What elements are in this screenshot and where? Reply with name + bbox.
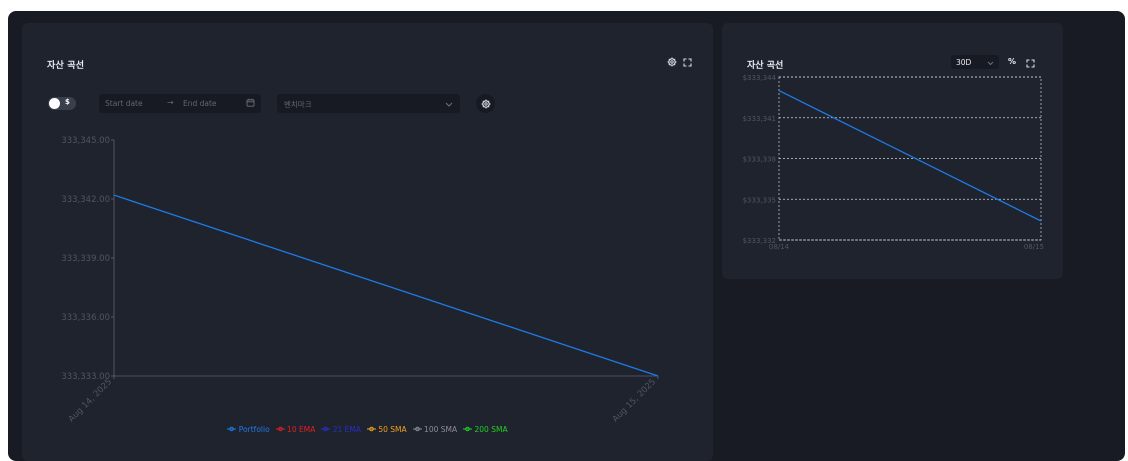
- legend-label: Portfolio: [236, 425, 270, 434]
- x-tick-label: 08/14: [769, 243, 790, 251]
- legend-label: 200 SMA: [472, 425, 508, 434]
- legend-label: 10 EMA: [284, 425, 316, 434]
- y-tick-label: $333,341: [743, 115, 776, 123]
- equity-curve-mini-card: 자산 곡선 30D % $333,344 $333,341 $333,338 $333…: [722, 23, 1063, 279]
- x-tick-label: 08/15: [1024, 243, 1044, 251]
- legend-item[interactable]: 21 EMA: [321, 425, 361, 434]
- plot-frame: [778, 76, 1042, 241]
- y-tick-label: 333,345.00: [61, 136, 110, 146]
- legend-marker: [321, 425, 331, 434]
- y-tick-label: $333,338: [743, 156, 776, 164]
- legend-label: 21 EMA: [330, 425, 361, 434]
- legend-marker: [463, 425, 473, 434]
- y-tick-label: $333,344: [743, 74, 777, 82]
- legend-item[interactable]: Portfolio: [227, 425, 270, 434]
- mini-equity-line-chart: $333,344$333,341$333,338$333,335$333,332…: [743, 74, 1044, 251]
- legend-item[interactable]: 10 EMA: [275, 425, 316, 434]
- series-line-portfolio: [113, 194, 659, 377]
- y-tick-label: $333,335: [743, 196, 776, 204]
- legend-item[interactable]: 200 SMA: [463, 425, 508, 434]
- y-tick-label: 333,339.00: [61, 254, 110, 264]
- legend-label: 100 SMA: [421, 425, 458, 434]
- chart-legend: Portfolio 10 EMA 21 EMA 50 SMA 100 SMA 2…: [22, 425, 713, 434]
- legend-item[interactable]: 100 SMA: [412, 425, 458, 434]
- y-tick-label: 333,342.00: [61, 195, 110, 205]
- app-window: 자산 곡선 $ Start date → End date 벤치마크 333,3…: [8, 11, 1125, 461]
- equity-curve-card: 자산 곡선 $ Start date → End date 벤치마크 333,3…: [22, 23, 713, 461]
- legend-marker: [366, 425, 376, 434]
- series-line: [778, 90, 1042, 222]
- legend-item[interactable]: 50 SMA: [366, 425, 407, 434]
- x-tick-label: Aug 14, 2025: [67, 377, 114, 424]
- legend-label: 50 SMA: [375, 425, 407, 434]
- equity-line-chart: 333,345.00 333,342.00 333,339.00 333,336.00…: [61, 136, 659, 425]
- legend-marker: [227, 425, 237, 434]
- legend-marker: [275, 425, 285, 434]
- y-tick-label: 333,336.00: [61, 313, 110, 323]
- x-tick-label: Aug 15, 2025: [611, 377, 658, 424]
- legend-marker: [412, 425, 422, 434]
